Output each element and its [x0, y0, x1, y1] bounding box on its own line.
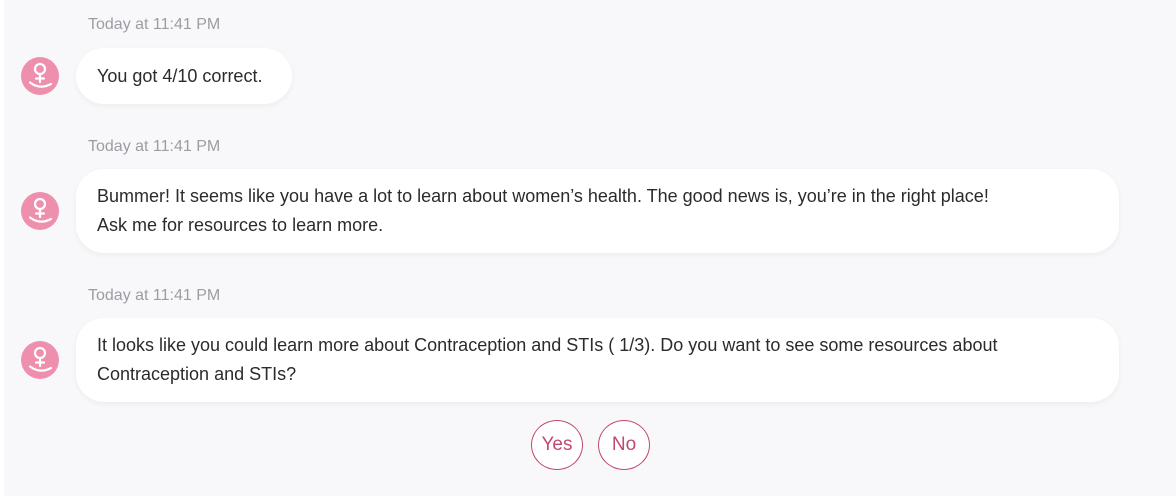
message-timestamp: Today at 11:41 PM [88, 16, 221, 33]
message-bubble: It looks like you could learn more about… [76, 318, 1119, 402]
message-text-line: Contraception and STIs? [97, 364, 297, 384]
no-button[interactable]: No [598, 420, 650, 470]
bot-avatar [21, 57, 59, 95]
message-bubble: You got 4/10 correct. [76, 48, 293, 104]
yes-button[interactable]: Yes [531, 420, 583, 470]
bot-avatar [21, 192, 59, 230]
chat-panel: Today at 11:41 PM You got 4/10 correct. … [4, 0, 1176, 496]
message-timestamp: Today at 11:41 PM [88, 138, 221, 155]
female-symbol-hand-icon [28, 346, 53, 372]
message-text: You got 4/10 correct. [97, 66, 263, 86]
message-text-line: Bummer! It seems like you have a lot to … [97, 186, 989, 206]
female-symbol-hand-icon [28, 197, 53, 223]
bot-avatar [21, 341, 59, 379]
message-timestamp: Today at 11:41 PM [88, 287, 221, 304]
message-text-line: Ask me for resources to learn more. [97, 215, 384, 235]
quick-replies: Yes No [531, 420, 650, 470]
message-bubble: Bummer! It seems like you have a lot to … [76, 169, 1119, 253]
female-symbol-hand-icon [28, 62, 53, 88]
message-text-line: It looks like you could learn more about… [97, 335, 998, 355]
